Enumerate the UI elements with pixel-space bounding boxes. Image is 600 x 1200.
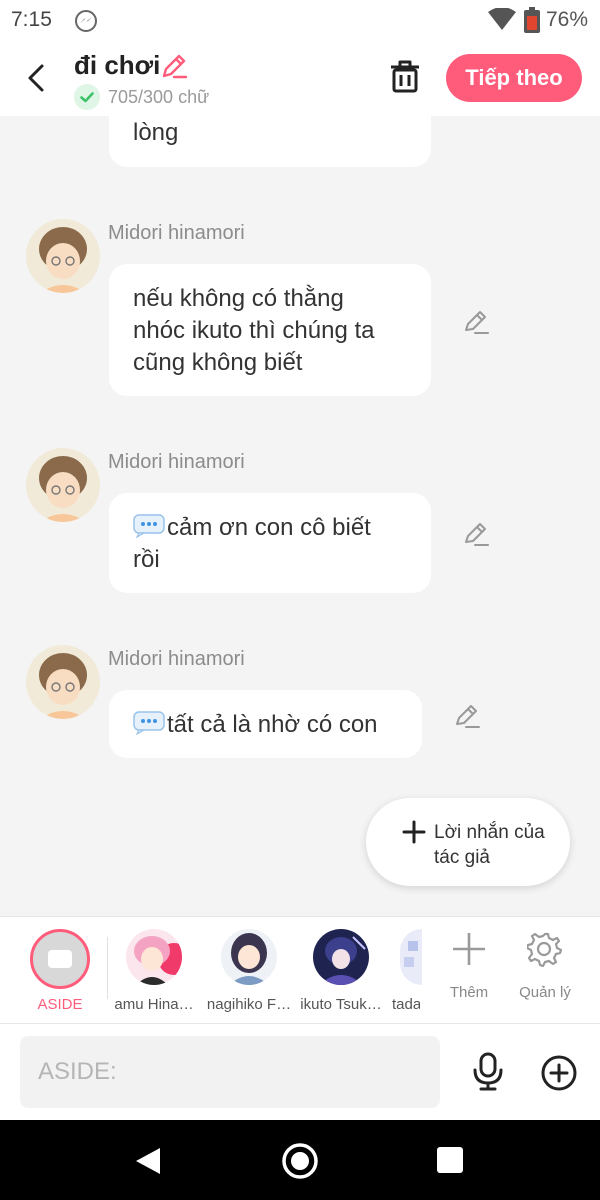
add-character-icon[interactable] — [451, 931, 487, 967]
battery-percent: 76% — [546, 8, 589, 31]
header: đi chơi 705/300 chữ Tiếp theo — [0, 40, 600, 116]
character-name: nagihiko F… — [206, 996, 292, 1013]
aside-label: ASIDE — [37, 996, 83, 1013]
character-avatar[interactable] — [313, 929, 369, 985]
story-title[interactable]: đi chơi — [74, 50, 160, 81]
message-line: nhóc ikuto thì chúng ta — [133, 317, 375, 344]
status-time: 7:15 — [11, 8, 52, 31]
sender-name: Midori hinamori — [108, 648, 245, 670]
manage-label[interactable]: Quản lý — [510, 984, 580, 1001]
battery-icon — [524, 7, 540, 33]
aside-icon — [48, 950, 72, 968]
character-bar: ASIDE amu Hina… nagihiko F… ikuto Tsuk… — [0, 916, 600, 1024]
sender-name: Midori hinamori — [108, 451, 245, 473]
chat-area[interactable]: lòng Midori hinamori nếu không có thằng … — [0, 116, 600, 916]
speech-bubble-icon — [133, 711, 165, 735]
author-note-label: Lời nhắn của tác giả — [434, 822, 545, 868]
character-avatar[interactable] — [126, 929, 182, 985]
message-line: nếu không có thằng — [133, 285, 344, 312]
avatar[interactable] — [26, 448, 100, 522]
nav-recents-icon[interactable] — [437, 1147, 463, 1173]
avatar[interactable] — [26, 645, 100, 719]
edit-message-icon[interactable] — [462, 520, 490, 548]
wifi-icon — [488, 8, 516, 30]
plus-icon — [402, 820, 426, 844]
nav-home-icon[interactable] — [281, 1142, 319, 1180]
character-avatar[interactable] — [221, 929, 277, 985]
message-line: cũng không biết — [133, 349, 303, 376]
message-line: rồi — [133, 546, 160, 573]
message-line: cảm ơn con cô biết — [167, 514, 371, 541]
add-character-label[interactable]: Thêm — [434, 984, 504, 1001]
nav-back-icon[interactable] — [134, 1146, 162, 1176]
message-bubble[interactable]: nếu không có thằng nhóc ikuto thì chúng … — [109, 264, 431, 396]
character-avatar[interactable] — [400, 929, 422, 985]
character-name: tada — [392, 996, 420, 1013]
trash-icon[interactable] — [388, 58, 422, 94]
add-circle-icon[interactable] — [540, 1054, 578, 1092]
edit-message-icon[interactable] — [453, 702, 481, 730]
message-bubble[interactable]: cảm ơn con cô biết rồi — [109, 493, 431, 593]
character-name: ikuto Tsuk… — [300, 996, 382, 1013]
sender-name: Midori hinamori — [108, 222, 245, 244]
message-bubble[interactable]: tất cả là nhờ có con — [109, 690, 422, 758]
avatar[interactable] — [26, 219, 100, 293]
message-text: lòng — [133, 119, 179, 146]
edit-message-icon[interactable] — [462, 308, 490, 336]
pencil-icon[interactable] — [160, 52, 188, 80]
messenger-icon — [75, 10, 97, 32]
status-bar: 7:15 76% — [0, 0, 600, 40]
aside-input[interactable] — [20, 1036, 440, 1108]
composer — [0, 1024, 600, 1120]
back-arrow-icon[interactable] — [20, 58, 56, 98]
next-button[interactable]: Tiếp theo — [446, 54, 582, 102]
system-nav-bar — [0, 1120, 600, 1200]
author-note-button[interactable]: Lời nhắn của tác giả — [366, 798, 570, 886]
message-line: tất cả là nhờ có con — [167, 711, 378, 738]
message-bubble[interactable]: lòng — [109, 116, 431, 167]
divider — [107, 937, 108, 999]
microphone-icon[interactable] — [470, 1052, 506, 1092]
word-count: 705/300 chữ — [108, 87, 210, 107]
check-icon — [74, 84, 100, 110]
gear-icon[interactable] — [527, 931, 563, 967]
character-name: amu Hina… — [114, 996, 194, 1013]
speech-bubble-icon — [133, 514, 165, 538]
aside-character[interactable] — [30, 929, 90, 989]
